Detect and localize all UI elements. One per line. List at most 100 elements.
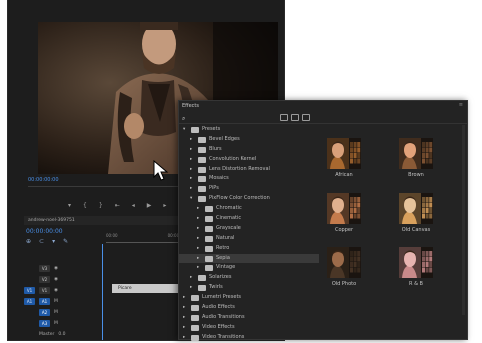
disclosure-closed-icon[interactable]: ▸ <box>190 184 192 194</box>
effects-tree-item[interactable]: ▸ Solarizes <box>179 273 319 283</box>
preset-thumbnail[interactable] <box>399 193 433 224</box>
disclosure-closed-icon[interactable]: ▸ <box>190 174 192 184</box>
play-icon[interactable]: ▶ <box>147 202 152 209</box>
mute-icon[interactable]: M <box>54 310 58 315</box>
track-name[interactable]: V3 <box>39 265 50 272</box>
mute-icon[interactable]: M <box>54 321 58 326</box>
effects-tree-item[interactable]: ▸ Cinematic <box>179 214 319 224</box>
disclosure-closed-icon[interactable]: ▸ <box>190 273 192 283</box>
disclosure-closed-icon[interactable]: ▸ <box>197 244 199 254</box>
effects-tree-item[interactable]: ▸ Bevel Edges <box>179 135 319 145</box>
disclosure-closed-icon[interactable]: ▸ <box>190 145 192 155</box>
playhead-line[interactable] <box>102 244 103 340</box>
timeline-tab[interactable]: andrew-noel-369751 <box>24 216 198 225</box>
disclosure-closed-icon[interactable]: ▸ <box>197 214 199 224</box>
effects-tree-item[interactable]: ▸ PiPs <box>179 184 319 194</box>
disclosure-closed-icon[interactable]: ▸ <box>197 204 199 214</box>
preset-thumbnail[interactable] <box>327 138 361 169</box>
preset-thumbnail[interactable] <box>399 138 433 169</box>
effects-tree-item[interactable]: ▸ Vintage <box>179 263 319 273</box>
effects-tree-label: Cinematic <box>216 215 242 222</box>
track-header[interactable]: A3 M <box>24 319 104 328</box>
effects-tree-item[interactable]: ▸ Convolution Kernel <box>179 155 319 165</box>
effects-tree-item[interactable]: ▾ Presets <box>179 125 319 135</box>
disclosure-closed-icon[interactable]: ▸ <box>190 155 192 165</box>
effects-tree-item[interactable]: ▸ Twirls <box>179 283 319 293</box>
effects-tree-item[interactable]: ▸ Natural <box>179 234 319 244</box>
track-header[interactable]: V2 ◉ <box>24 275 104 284</box>
master-value[interactable]: 0.0 <box>58 332 65 337</box>
source-target[interactable] <box>24 265 35 272</box>
out-point-icon[interactable]: } <box>99 202 103 209</box>
effects-tree-item[interactable]: ▸ Sepia <box>179 253 319 264</box>
disclosure-closed-icon[interactable]: ▸ <box>183 333 185 343</box>
add-marker-icon[interactable]: ▾ <box>52 238 55 245</box>
track-header[interactable]: V3 ◉ <box>24 264 104 273</box>
track-name[interactable]: A2 <box>39 309 50 316</box>
in-point-icon[interactable]: { <box>83 202 87 209</box>
track-name[interactable]: A3 <box>39 320 50 327</box>
linked-selection-icon[interactable]: ⊂ <box>39 238 44 245</box>
disclosure-closed-icon[interactable]: ▸ <box>197 224 199 234</box>
search-icon[interactable]: ⌕ <box>182 115 185 123</box>
effects-tree-item[interactable]: ▾ PixFlow Color Correction <box>179 194 319 204</box>
snap-icon[interactable]: ⊕ <box>26 238 31 245</box>
track-name[interactable]: V2 <box>39 276 50 283</box>
disclosure-closed-icon[interactable]: ▸ <box>190 283 192 293</box>
track-header[interactable]: A2 M <box>24 308 104 317</box>
step-back-icon[interactable]: ◂ <box>132 202 135 209</box>
effects-tree-item[interactable]: ▸ Mosaics <box>179 174 319 184</box>
32bit-effects-filter-icon[interactable] <box>291 114 299 121</box>
effects-tree-item[interactable]: ▸ Grayscale <box>179 224 319 234</box>
source-target[interactable] <box>24 276 35 283</box>
effects-tree-item[interactable]: ▸ Audio Transitions <box>179 313 319 323</box>
program-timecode[interactable]: 00:00:00:00 <box>28 177 59 183</box>
disclosure-open-icon[interactable]: ▾ <box>190 194 192 204</box>
effects-tree-item[interactable]: ▸ Audio Effects <box>179 303 319 313</box>
effects-tree-item[interactable]: ▸ Lumetri Presets <box>179 293 319 303</box>
source-target[interactable] <box>24 320 35 327</box>
disclosure-closed-icon[interactable]: ▸ <box>197 263 199 273</box>
effects-tree-item[interactable]: ▸ Chromatic <box>179 204 319 214</box>
source-target[interactable]: V1 <box>24 287 35 294</box>
eye-icon[interactable]: ◉ <box>54 277 58 282</box>
master-track[interactable]: Master 0.0 <box>24 330 104 339</box>
disclosure-open-icon[interactable]: ▾ <box>183 125 185 135</box>
eye-icon[interactable]: ◉ <box>54 288 58 293</box>
disclosure-closed-icon[interactable]: ▸ <box>183 293 185 303</box>
step-forward-icon[interactable]: ▸ <box>163 202 166 209</box>
disclosure-closed-icon[interactable]: ▸ <box>197 234 199 244</box>
disclosure-closed-icon[interactable]: ▸ <box>190 135 192 145</box>
track-header[interactable]: A1 A1 M <box>24 297 104 306</box>
accelerated-effects-filter-icon[interactable] <box>280 114 288 121</box>
source-target[interactable]: A1 <box>24 298 35 305</box>
timeline-clip[interactable]: Picare <box>112 284 188 293</box>
track-name[interactable]: A1 <box>39 298 50 305</box>
disclosure-closed-icon[interactable]: ▸ <box>183 313 185 323</box>
eye-icon[interactable]: ◉ <box>54 266 58 271</box>
disclosure-closed-icon[interactable]: ▸ <box>183 323 185 333</box>
disclosure-closed-icon[interactable]: ▸ <box>190 165 192 175</box>
effects-tree-item[interactable]: ▸ Lens Distortion Removal <box>179 165 319 175</box>
effects-tree-label: Mosaics <box>209 175 229 182</box>
effects-tree-item[interactable]: ▸ Retro <box>179 244 319 254</box>
preset-thumbnail[interactable] <box>327 247 361 278</box>
effects-tree-item[interactable]: ▸ Blurs <box>179 145 319 155</box>
tree-scrollbar[interactable] <box>462 125 465 315</box>
effects-tree-item[interactable]: ▸ Video Effects <box>179 323 319 333</box>
wrench-icon[interactable]: ✎ <box>63 238 68 245</box>
yuv-effects-filter-icon[interactable] <box>302 114 310 121</box>
marker-icon[interactable]: ▾ <box>68 202 71 209</box>
preset-thumbnail[interactable] <box>327 193 361 224</box>
panel-menu-icon[interactable]: ≡ <box>459 102 463 108</box>
mute-icon[interactable]: M <box>54 299 58 304</box>
timeline-timecode[interactable]: 00:00:00:00 <box>26 228 63 235</box>
track-name[interactable]: V1 <box>39 287 50 294</box>
track-header[interactable]: V1 V1 ◉ <box>24 286 104 295</box>
disclosure-closed-icon[interactable]: ▸ <box>197 254 199 264</box>
preset-thumbnail[interactable] <box>399 247 433 278</box>
source-target[interactable] <box>24 309 35 316</box>
effects-tree-item[interactable]: ▸ Video Transitions <box>179 333 319 343</box>
go-to-in-icon[interactable]: ⇤ <box>115 202 120 209</box>
disclosure-closed-icon[interactable]: ▸ <box>183 303 185 313</box>
